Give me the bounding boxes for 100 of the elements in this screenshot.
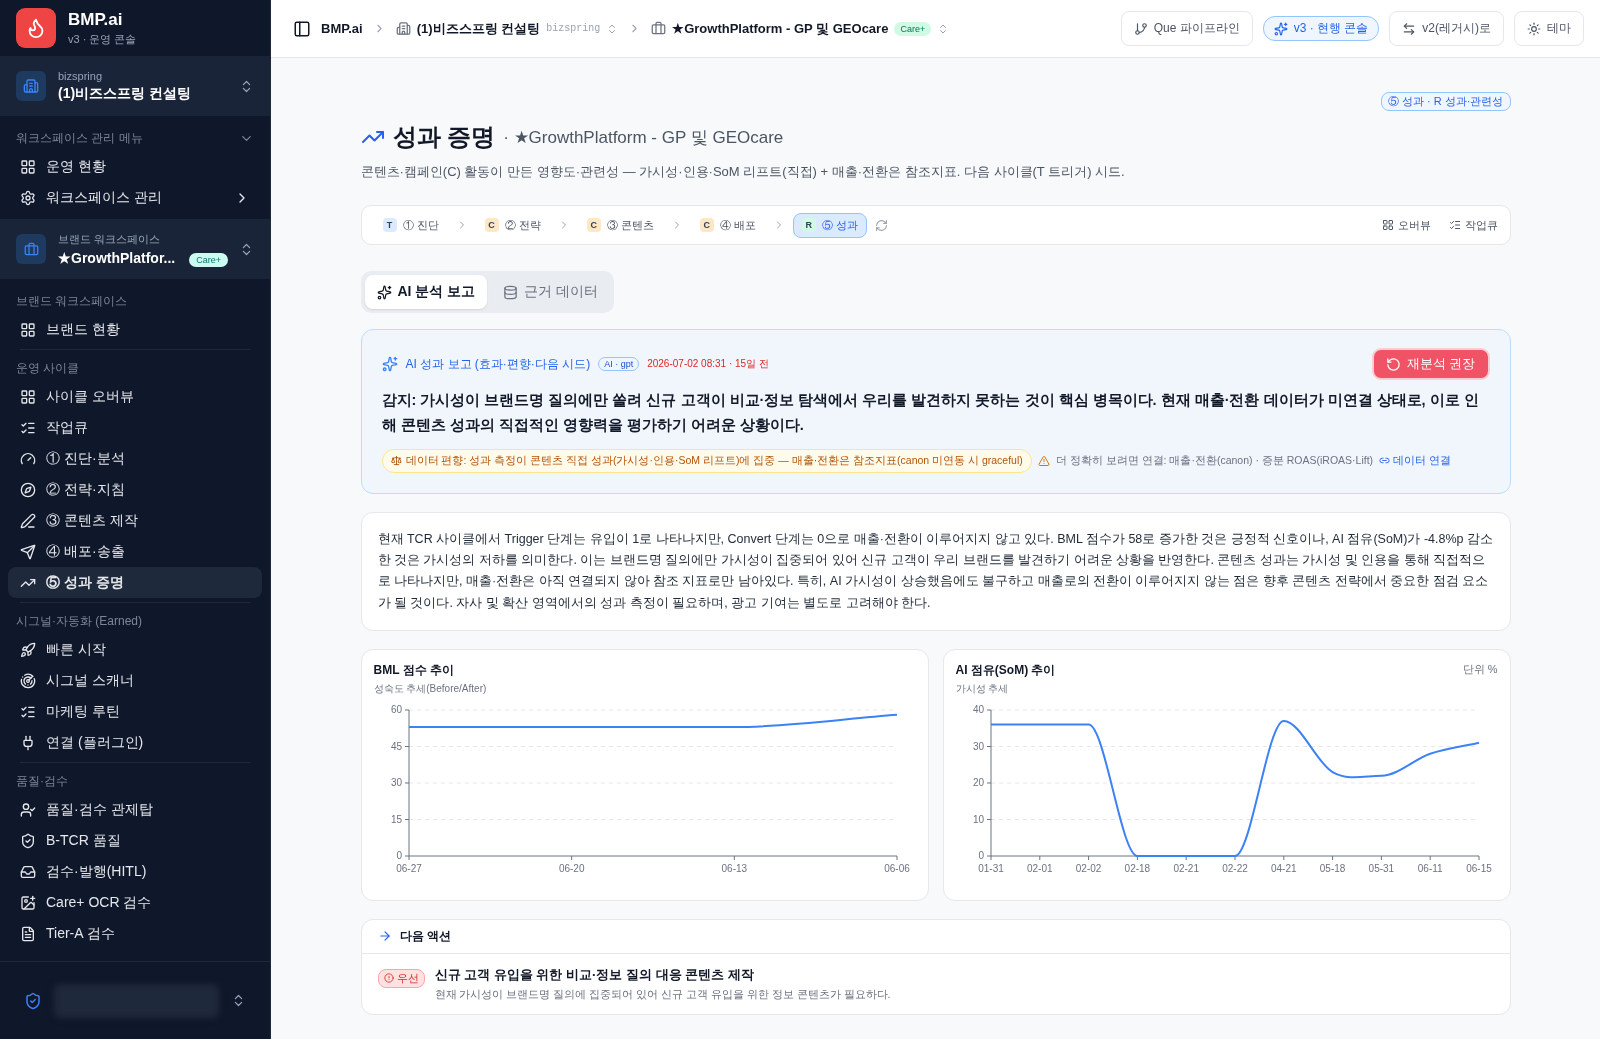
warning-icon — [1037, 454, 1050, 467]
header-button[interactable]: Que 파이프라인 — [1120, 11, 1253, 46]
org-code: bizspring — [546, 23, 601, 34]
brand-workspace-name: ★GrowthPlatfor... — [58, 250, 176, 266]
sidebar-item[interactable]: 운영 현황 — [8, 151, 262, 182]
page-subtitle: · ★GrowthPlatform - GP 및 GEOcare — [503, 126, 784, 149]
action-icon — [1402, 21, 1417, 36]
breadcrumb-item[interactable]: (1)비즈스프링 컨설팅 bizspring — [395, 19, 619, 38]
stage-letter: C — [484, 218, 499, 232]
sidebar-toggle-icon[interactable] — [293, 19, 311, 38]
sidebar-item[interactable]: Care+ OCR 검수 — [8, 887, 262, 918]
x-tick-label: 01-31 — [977, 862, 1004, 874]
x-tick-label: 02-22 — [1221, 862, 1248, 874]
sidebar-item[interactable]: ④ 배포·송출 — [8, 536, 262, 567]
y-tick-label: 20 — [972, 776, 984, 788]
sidebar-item[interactable]: 연결 (플러그인) — [8, 727, 262, 758]
section-title: 브랜드 워크스페이스 — [16, 293, 128, 310]
report-headline: 감지: 가시성이 브랜드명 질의에만 쏠려 신규 고객이 비교·정보 탐색에서 우리를 발견하지 못하는 것이 핵심 병목이다. 현재 매출·전환 데이터가 미연결 상태로, 이로 인해 콘텐츠 성과의 직접적인 영향력을 평가하기 어려운 상황이다. — [381, 391, 1480, 436]
flame-logo-icon — [16, 8, 56, 48]
stage-tag: ⑤ 성과 · R 성과·관련성 — [1381, 92, 1511, 111]
x-tick-label: 06-27 — [395, 862, 422, 874]
sidebar-item[interactable]: ② 전략·지침 — [8, 474, 262, 505]
y-tick-label: 40 — [972, 703, 984, 715]
y-tick-label: 60 — [390, 703, 402, 715]
org-name: (1)비즈스프링 컨설팅 — [58, 84, 192, 103]
breadcrumb-item[interactable]: BMP.ai — [321, 21, 363, 36]
y-tick-label: 0 — [977, 849, 984, 861]
tab[interactable]: 근거 데이터 — [491, 275, 611, 309]
briefcase-icon — [651, 21, 667, 36]
y-tick-label: 30 — [390, 776, 402, 788]
cycle-step[interactable]: R ⑤ 성과 — [792, 212, 867, 238]
alert-icon — [383, 973, 394, 984]
cycle-step[interactable]: C ② 전략 — [475, 212, 550, 238]
priority-badge: 우선 — [377, 968, 425, 988]
chart-subtitle: 성숙도 추세(Before/After) — [373, 681, 487, 696]
page-title: 성과 증명 — [392, 122, 496, 152]
stage-letter: C — [699, 218, 714, 232]
brand-switcher[interactable]: 브랜드 워크스페이스 ★GrowthPlatfor... Care+ — [0, 219, 270, 279]
bias-chip: 데이터 편향: 성과 측정이 콘텐츠 직접 성과(가시성·인용·SoM 리프트)에 집중 — 매출·전환은 참조지표(canon 미연동 시 graceful) — [381, 448, 1032, 473]
building-icon — [395, 21, 411, 36]
action-icon — [1527, 21, 1541, 36]
report-title: AI 성과 보고 (효과·편향·다음 시드) — [405, 355, 591, 373]
sparkles-icon — [381, 356, 398, 372]
sidebar-item[interactable]: 품질·검수 관제탑 — [8, 794, 262, 825]
data-connect-link[interactable]: 데이터 연결 — [1379, 453, 1451, 468]
step-label: ③ 콘텐츠 — [606, 217, 654, 233]
stepper-link[interactable]: 오버뷰 — [1381, 217, 1431, 233]
action-icon — [1273, 21, 1288, 36]
chart-title: AI 점유(SoM) 추이 — [955, 661, 1056, 679]
plan-badge: Care+ — [189, 253, 228, 267]
org-switcher[interactable]: bizspring (1)비즈스프링 컨설팅 — [0, 56, 270, 116]
shield-icon — [24, 991, 42, 1010]
brand-name: BMP.ai — [68, 9, 124, 30]
scale-icon — [390, 455, 402, 467]
chart-title: BML 점수 추이 — [373, 661, 455, 679]
sidebar-item[interactable]: 작업큐 — [8, 412, 262, 443]
sidebar-item[interactable]: ⑤ 성과 증명 — [8, 567, 262, 598]
x-tick-label: 02-01 — [1026, 862, 1053, 874]
cycle-step[interactable]: T ① 진단 — [373, 212, 448, 238]
plan-badge: Care+ — [894, 21, 932, 36]
x-tick-label: 06-13 — [721, 862, 747, 874]
stage-letter: C — [586, 218, 601, 232]
sidebar-item[interactable]: 브랜드 현황 — [8, 314, 262, 345]
x-tick-label: 02-18 — [1124, 862, 1150, 874]
header-button[interactable]: v3 · 현행 콘솔 — [1262, 16, 1380, 41]
sidebar-item[interactable]: B-TCR 품질 — [8, 825, 262, 856]
action-icon — [1133, 21, 1148, 36]
sidebar-item[interactable]: 검수·발행(HITL) — [8, 856, 262, 887]
step-label: ① 진단 — [402, 217, 439, 233]
sidebar-item[interactable]: 마케팅 루틴 — [8, 696, 262, 727]
connection-hint: 더 정확히 보려면 연결: 매출·전환(canon) · 증분 ROAS(iROAS·Lift) — [1055, 453, 1374, 468]
cycle-step[interactable]: C ③ 콘텐츠 — [577, 212, 663, 238]
tab-icon — [376, 284, 392, 300]
chart-subtitle: 가시성 추세 — [955, 681, 1010, 696]
action-title: 신규 고객 유입을 위한 비교·정보 질의 대응 콘텐츠 제작 — [434, 965, 755, 984]
y-tick-label: 0 — [395, 849, 402, 861]
workspace-menu-toggle[interactable]: 워크스페이스 관리 메뉴 — [8, 124, 262, 151]
y-tick-label: 45 — [390, 740, 402, 752]
sidebar-item[interactable]: 사이클 오버뷰 — [8, 381, 262, 412]
step-label: ② 전략 — [504, 217, 541, 233]
sidebar-item[interactable]: ③ 콘텐츠 제작 — [8, 505, 262, 536]
tab[interactable]: AI 분석 보고 — [364, 275, 488, 309]
stepper-link[interactable]: 작업큐 — [1448, 217, 1498, 233]
step-label: ④ 배포 — [719, 217, 756, 233]
header-button[interactable]: v2(레거시)로 — [1389, 11, 1504, 46]
breadcrumb-item[interactable]: ★GrowthPlatform - GP 및 GEOcare Care+ — [651, 19, 950, 38]
sidebar-item[interactable]: 빠른 시작 — [8, 634, 262, 665]
x-tick-label: 06-15 — [1465, 862, 1492, 874]
stage-letter: T — [382, 218, 397, 232]
action-description: 현재 가시성이 브랜드명 질의에 집중되어 있어 신규 고객 유입을 위한 정보 콘텐츠가 필요하다. — [434, 987, 891, 1002]
brand-subtitle: v3 · 운영 콘솔 — [68, 31, 137, 47]
cycle-step[interactable]: C ④ 배포 — [690, 212, 765, 238]
sidebar-item[interactable]: 워크스페이스 관리 — [8, 182, 262, 213]
page-description: 콘텐츠·캠페인(C) 활동이 만든 영향도·관련성 — 가시성·인용·SoM 리프트(직접) + 매출·전환은 참조지표. 다음 사이클(T 트리거) 시드. — [360, 163, 1126, 181]
sidebar-item[interactable]: ① 진단·분석 — [8, 443, 262, 474]
header-button[interactable]: 테마 — [1514, 11, 1584, 46]
x-tick-label: 02-02 — [1075, 862, 1101, 874]
sidebar-item[interactable]: 시그널 스캐너 — [8, 665, 262, 696]
sidebar-item[interactable]: Tier-A 검수 — [8, 918, 262, 949]
x-tick-label: 06-20 — [558, 862, 584, 874]
